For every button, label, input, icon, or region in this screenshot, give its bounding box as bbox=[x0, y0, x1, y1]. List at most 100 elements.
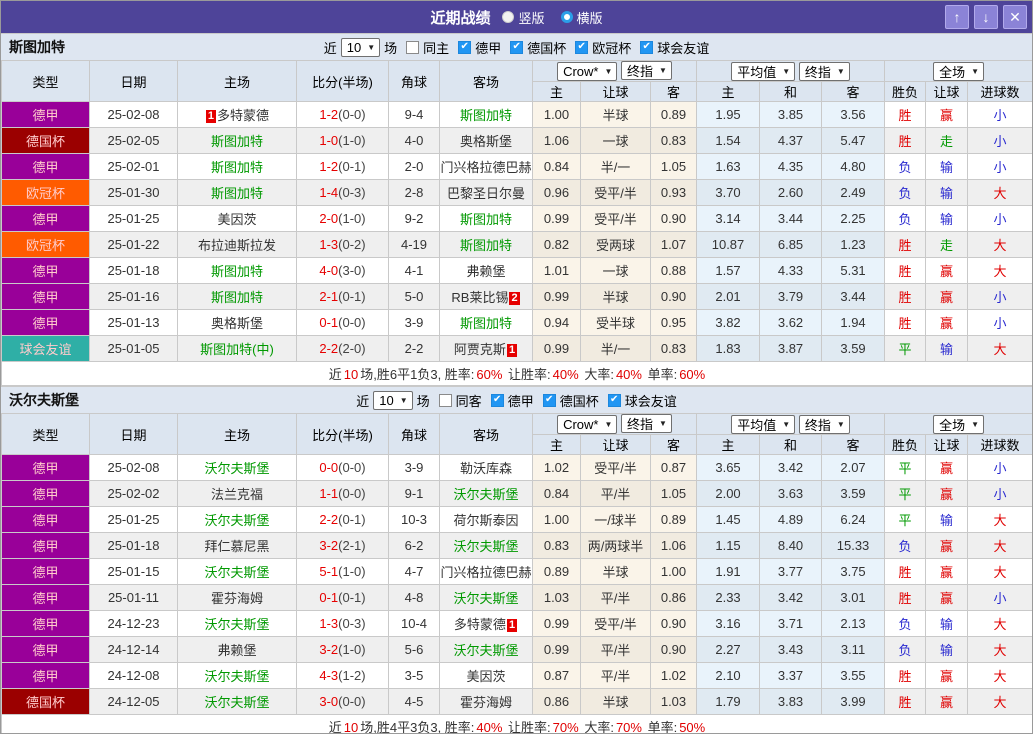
odds-away: 0.88 bbox=[649, 257, 698, 284]
result-goals: 大 bbox=[967, 636, 1032, 663]
avg-home: 1.83 bbox=[696, 335, 761, 362]
league-badge: 德甲 bbox=[1, 153, 90, 180]
match-score: 1-1(0-0) bbox=[296, 480, 389, 507]
close-button[interactable]: ✕ bbox=[1003, 5, 1027, 29]
odds-handicap: 半球 bbox=[580, 283, 651, 310]
result-handicap: 输 bbox=[925, 179, 969, 206]
odds-handicap: 受平/半 bbox=[580, 205, 651, 232]
col-handicap-result: 让球 bbox=[925, 434, 969, 455]
league-badge: 德甲 bbox=[1, 101, 90, 128]
filter-checkbox[interactable]: ✔ bbox=[542, 393, 556, 407]
result-handicap: 赢 bbox=[925, 558, 969, 585]
full-match-value: 全场 bbox=[939, 64, 966, 80]
away-team: RB莱比锡 2 bbox=[439, 283, 533, 310]
filter-checkbox[interactable]: ✔ bbox=[640, 40, 654, 54]
odds-away: 1.05 bbox=[649, 480, 698, 507]
col-avg-away: 客 bbox=[821, 434, 886, 455]
filter-checkbox[interactable]: ✔ bbox=[490, 393, 504, 407]
filter-checkbox[interactable] bbox=[406, 40, 420, 54]
section-summary: 近 10 场,胜6平1负3, 胜率: 60% 让胜率: 40% 大率: 40% 单率: 60… bbox=[1, 361, 1032, 386]
match-row: 德国杯 24-12-05 沃尔夫斯堡 3-0(0-0) 4-5 霍芬海姆 0.86 半球 1.0… bbox=[1, 688, 1032, 715]
corner-count: 5-6 bbox=[388, 636, 440, 663]
radio-vertical-layout[interactable]: 竖版 bbox=[502, 8, 545, 27]
result-goals: 大 bbox=[967, 231, 1032, 258]
arrow-up-icon: ↑ bbox=[953, 9, 961, 25]
result-handicap: 赢 bbox=[925, 101, 969, 128]
col-handicap-result: 让球 bbox=[925, 81, 969, 102]
match-count-select[interactable]: 10 ▼ bbox=[340, 37, 381, 57]
odds-away: 1.03 bbox=[649, 688, 698, 715]
away-team: 霍芬海姆 bbox=[439, 688, 533, 715]
crow-odds-select[interactable]: Crow* ▼ bbox=[557, 62, 618, 81]
final-index-select-2[interactable]: 终指 ▼ bbox=[798, 61, 850, 81]
filter-checkbox[interactable]: ✔ bbox=[458, 40, 472, 54]
filter-checkbox[interactable] bbox=[438, 393, 452, 407]
scope-group-header: 全场 ▼ bbox=[884, 60, 1032, 82]
col-odds-home: 主 bbox=[532, 434, 581, 455]
result-wdl: 胜 bbox=[884, 558, 927, 585]
final-index-select-2[interactable]: 终指 ▼ bbox=[798, 414, 850, 434]
move-down-button[interactable]: ↓ bbox=[974, 5, 998, 29]
final-index-select[interactable]: 终指 ▼ bbox=[621, 414, 672, 433]
average-odds-select[interactable]: 平均值 ▼ bbox=[731, 61, 796, 81]
corner-count: 2-2 bbox=[388, 335, 440, 362]
result-handicap: 赢 bbox=[925, 662, 969, 689]
half-score: (1-0) bbox=[338, 642, 366, 657]
match-score: 5-1(1-0) bbox=[296, 558, 389, 585]
half-score: (2-0) bbox=[338, 341, 366, 356]
corner-count: 3-5 bbox=[388, 662, 440, 689]
panel-title: 近期战绩 bbox=[430, 9, 491, 27]
half-score: (0-0) bbox=[338, 107, 366, 122]
league-badge: 德甲 bbox=[1, 532, 90, 559]
away-team: 门兴格拉德巴赫 bbox=[439, 558, 533, 585]
radio-horizontal-layout[interactable]: 横版 bbox=[560, 8, 603, 27]
team-name: 斯图加特 bbox=[210, 290, 263, 305]
corner-count: 9-2 bbox=[388, 205, 440, 232]
team-name: 布拉迪斯拉发 bbox=[197, 238, 276, 253]
league-filter-label: 德国杯 bbox=[527, 40, 567, 56]
final-index-select[interactable]: 终指 ▼ bbox=[621, 61, 672, 80]
full-score: 1-2 bbox=[319, 107, 339, 122]
home-team: 斯图加特(中) bbox=[177, 335, 297, 362]
radio-icon[interactable] bbox=[502, 11, 515, 23]
odds-away: 1.00 bbox=[649, 558, 698, 585]
half-score: (1-0) bbox=[338, 211, 366, 226]
team-name: 斯图加特 bbox=[9, 39, 65, 55]
avg-away: 2.13 bbox=[821, 610, 886, 637]
half-score: (1-0) bbox=[338, 564, 366, 579]
league-badge: 德国杯 bbox=[1, 127, 90, 154]
team-name: 沃尔夫斯堡 bbox=[204, 669, 270, 684]
match-score: 1-2(0-1) bbox=[296, 153, 389, 180]
half-score: (0-0) bbox=[338, 486, 366, 501]
full-match-select[interactable]: 全场 ▼ bbox=[933, 414, 984, 434]
odds-handicap: 半球 bbox=[580, 101, 651, 128]
match-date: 25-02-08 bbox=[89, 454, 178, 481]
result-handicap: 走 bbox=[925, 127, 969, 154]
league-badge: 德甲 bbox=[1, 662, 90, 689]
filter-checkbox[interactable]: ✔ bbox=[510, 40, 524, 54]
move-up-button[interactable]: ↑ bbox=[945, 5, 969, 29]
full-match-select[interactable]: 全场 ▼ bbox=[933, 61, 984, 81]
corner-count: 10-3 bbox=[388, 506, 440, 533]
average-odds-select[interactable]: 平均值 ▼ bbox=[731, 414, 796, 434]
crow-odds-select[interactable]: Crow* ▼ bbox=[557, 415, 618, 434]
close-icon: ✕ bbox=[1009, 8, 1021, 25]
odds-home: 1.06 bbox=[532, 127, 581, 154]
odds-handicap: 受半球 bbox=[580, 309, 651, 336]
match-score: 0-1(0-0) bbox=[296, 309, 389, 336]
filter-checkbox[interactable]: ✔ bbox=[607, 393, 621, 407]
full-score: 2-2 bbox=[319, 512, 339, 527]
home-team: 法兰克福 bbox=[177, 480, 297, 507]
filter-checkbox[interactable]: ✔ bbox=[575, 40, 589, 54]
match-score: 2-1(0-1) bbox=[296, 283, 389, 310]
odds-home: 0.99 bbox=[532, 335, 581, 362]
radio-icon[interactable] bbox=[560, 11, 573, 23]
match-count-select[interactable]: 10 ▼ bbox=[373, 390, 413, 410]
crow-odds-value: Crow* bbox=[563, 417, 599, 432]
odds-handicap: 平/半 bbox=[580, 584, 651, 611]
match-score: 1-3(0-3) bbox=[296, 610, 389, 637]
result-handicap: 输 bbox=[925, 610, 969, 637]
match-score: 2-2(2-0) bbox=[296, 335, 389, 362]
summary-text: 10 bbox=[343, 367, 359, 382]
match-row: 德甲 24-12-08 沃尔夫斯堡 4-3(1-2) 3-5 美因茨 0.87 平/半 1.02… bbox=[1, 662, 1032, 689]
